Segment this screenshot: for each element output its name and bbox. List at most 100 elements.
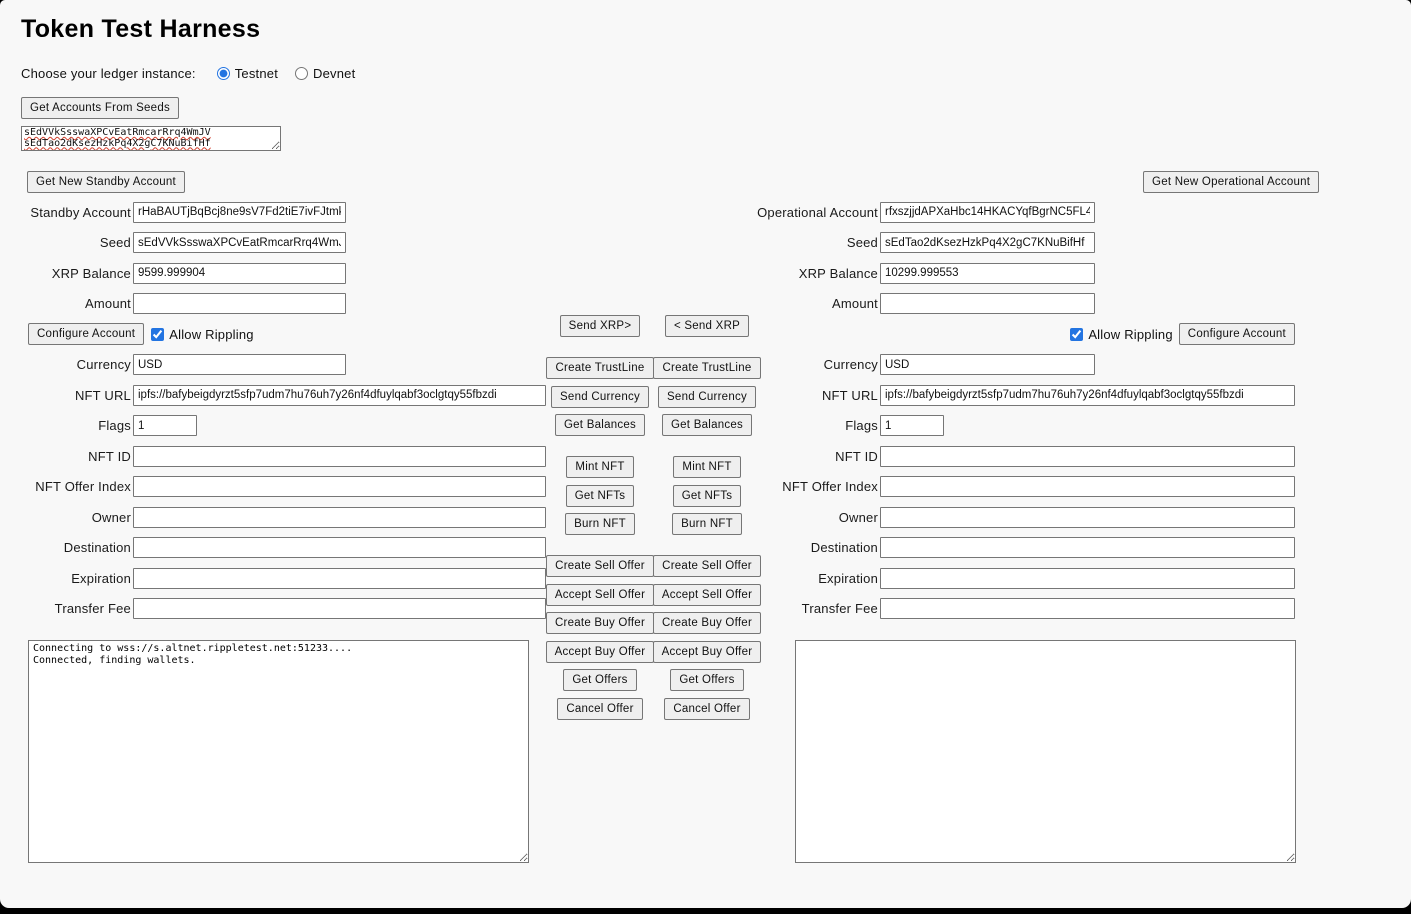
standby-allow-rippling-checkbox[interactable] [151,328,164,341]
operational-seed-label: Seed [747,235,878,250]
operational-expiration-label: Expiration [747,571,878,586]
operational-account-input[interactable] [880,202,1095,223]
operational-send-currency-button[interactable]: Send Currency [658,386,756,408]
operational-create-buy-offer-button[interactable]: Create Buy Offer [653,612,761,634]
operational-mint-nft-button[interactable]: Mint NFT [673,456,740,478]
standby-accept-sell-offer-button[interactable]: Accept Sell Offer [546,584,654,606]
operational-nft-url-label: NFT URL [747,388,878,403]
standby-currency-input[interactable] [133,354,346,375]
operational-amount-label: Amount [747,296,878,311]
standby-amount-label: Amount [0,296,131,311]
get-new-operational-account-button[interactable]: Get New Operational Account [1143,171,1319,193]
operational-nft-offer-index-row: NFT Offer Index [747,472,1295,503]
operational-nft-url-input[interactable] [880,385,1295,406]
operational-accept-sell-offer-button[interactable]: Accept Sell Offer [653,584,761,606]
standby-transfer-fee-input[interactable] [133,598,546,619]
standby-get-balances-button[interactable]: Get Balances [555,414,645,436]
standby-account-input[interactable] [133,202,346,223]
standby-nft-url-label: NFT URL [0,388,131,403]
standby-create-sell-offer-button[interactable]: Create Sell Offer [546,555,654,577]
standby-mint-nft-button[interactable]: Mint NFT [566,456,633,478]
standby-nft-id-input[interactable] [133,446,546,467]
standby-owner-label: Owner [0,510,131,525]
standby-flags-input[interactable] [133,415,197,436]
operational-nft-offer-index-input[interactable] [880,476,1295,497]
operational-amount-input[interactable] [880,293,1095,314]
standby-flags-row: Flags [0,411,546,442]
standby-cancel-offer-button[interactable]: Cancel Offer [557,698,642,720]
standby-account-label: Standby Account [0,205,131,220]
standby-owner-row: Owner [0,502,546,533]
standby-accept-buy-offer-button[interactable]: Accept Buy Offer [546,641,655,663]
standby-actions-column: Send XRP> Create TrustLine Send Currency… [545,315,655,726]
standby-results-textarea[interactable]: Connecting to wss://s.altnet.rippletest.… [28,640,529,863]
standby-destination-row: Destination [0,533,546,564]
operational-account-label: Operational Account [747,205,878,220]
standby-destination-input[interactable] [133,537,546,558]
account-seeds-textarea[interactable]: sEdVVkSsswaXPCvEatRmcarRrq4WmJV sEdTao2d… [21,126,281,151]
standby-burn-nft-button[interactable]: Burn NFT [565,513,635,535]
operational-expiration-input[interactable] [880,568,1295,589]
standby-nft-url-input[interactable] [133,385,546,406]
operational-burn-nft-button[interactable]: Burn NFT [672,513,742,535]
standby-amount-input[interactable] [133,293,346,314]
standby-get-offers-button[interactable]: Get Offers [563,669,636,691]
standby-configure-row: Configure Account Allow Rippling [0,319,546,350]
operational-accept-buy-offer-button[interactable]: Accept Buy Offer [653,641,762,663]
ledger-testnet-radio[interactable] [217,67,230,80]
operational-allow-rippling-label: Allow Rippling [1088,327,1172,342]
operational-allow-rippling-checkbox[interactable] [1070,328,1083,341]
standby-nft-offer-index-input[interactable] [133,476,546,497]
standby-destination-label: Destination [0,540,131,555]
standby-xrp-balance-input[interactable] [133,263,346,284]
get-accounts-from-seeds-button[interactable]: Get Accounts From Seeds [21,97,179,119]
ledger-devnet-radio[interactable] [295,67,308,80]
operational-send-xrp-button[interactable]: < Send XRP [665,315,749,337]
standby-transfer-fee-label: Transfer Fee [0,601,131,616]
token-test-harness-page: Token Test Harness Choose your ledger in… [0,0,1411,908]
operational-nft-id-label: NFT ID [747,449,878,464]
standby-nft-id-row: NFT ID [0,441,546,472]
get-new-standby-account-button[interactable]: Get New Standby Account [27,171,185,193]
standby-send-xrp-button[interactable]: Send XRP> [560,315,641,337]
operational-get-offers-button[interactable]: Get Offers [670,669,743,691]
operational-xrp-balance-row: XRP Balance [747,258,1295,289]
operational-owner-input[interactable] [880,507,1295,528]
operational-get-balances-button[interactable]: Get Balances [662,414,752,436]
operational-transfer-fee-label: Transfer Fee [747,601,878,616]
operational-transfer-fee-input[interactable] [880,598,1295,619]
operational-get-nfts-button[interactable]: Get NFTs [673,485,742,507]
operational-currency-input[interactable] [880,354,1095,375]
operational-nft-offer-index-label: NFT Offer Index [747,479,878,494]
operational-cancel-offer-button[interactable]: Cancel Offer [664,698,749,720]
ledger-devnet-label: Devnet [313,66,355,81]
operational-flags-input[interactable] [880,415,944,436]
page-title: Token Test Harness [21,15,260,44]
standby-owner-input[interactable] [133,507,546,528]
standby-create-trustline-button[interactable]: Create TrustLine [546,357,653,379]
standby-expiration-input[interactable] [133,568,546,589]
operational-nft-id-input[interactable] [880,446,1295,467]
standby-seed-input[interactable] [133,232,346,253]
configure-operational-account-button[interactable]: Configure Account [1179,323,1295,345]
operational-expiration-row: Expiration [747,563,1295,594]
standby-get-nfts-button[interactable]: Get NFTs [566,485,635,507]
operational-flags-label: Flags [747,418,878,433]
operational-create-trustline-button[interactable]: Create TrustLine [653,357,760,379]
standby-create-buy-offer-button[interactable]: Create Buy Offer [546,612,654,634]
standby-xrp-balance-row: XRP Balance [0,258,546,289]
seed-line-2: sEdTao2dKsezHzkPq4X2gC7KNuBifHf [24,138,211,149]
operational-seed-input[interactable] [880,232,1095,253]
standby-amount-row: Amount [0,289,546,320]
operational-results-textarea[interactable] [795,640,1296,863]
operational-xrp-balance-input[interactable] [880,263,1095,284]
ledger-prompt-label: Choose your ledger instance: [21,66,196,81]
configure-standby-account-button[interactable]: Configure Account [28,323,144,345]
operational-transfer-fee-row: Transfer Fee [747,594,1295,625]
seed-line-1: sEdVVkSsswaXPCvEatRmcarRrq4WmJV [24,127,211,138]
operational-nft-url-row: NFT URL [747,380,1295,411]
operational-destination-input[interactable] [880,537,1295,558]
standby-send-currency-button[interactable]: Send Currency [551,386,649,408]
operational-seed-row: Seed [747,228,1295,259]
operational-create-sell-offer-button[interactable]: Create Sell Offer [653,555,761,577]
